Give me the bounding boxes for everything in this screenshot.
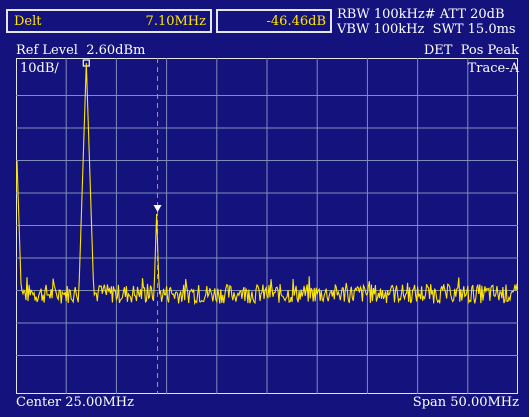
vbw-swt-settings: VBW 100kHz SWT 15.0ms	[337, 22, 516, 37]
center-frequency: Center 25.00MHz	[16, 395, 134, 410]
marker-frequency-value: 7.10MHz	[145, 14, 206, 29]
reference-level: Ref Level 2.60dBm	[16, 43, 146, 58]
rbw-att-settings: RBW 100kHz# ATT 20dB	[337, 7, 505, 22]
scale-per-division: 10dB/	[20, 61, 59, 76]
span-frequency: Span 50.00MHz	[412, 395, 519, 410]
detector-mode: DET Pos Peak	[423, 43, 519, 58]
spectrum-plot	[16, 58, 518, 394]
marker-readout-box: Delt 7.10MHz	[6, 9, 212, 33]
marker-mode-label: Delt	[14, 14, 42, 29]
trace-label: Trace-A	[467, 61, 519, 76]
spectrum-analyzer-screen: Delt 7.10MHz -46.46dB RBW 100kHz# ATT 20…	[0, 0, 529, 417]
marker-level-value: -46.46dB	[266, 14, 326, 29]
marker-level-box: -46.46dB	[216, 9, 332, 33]
